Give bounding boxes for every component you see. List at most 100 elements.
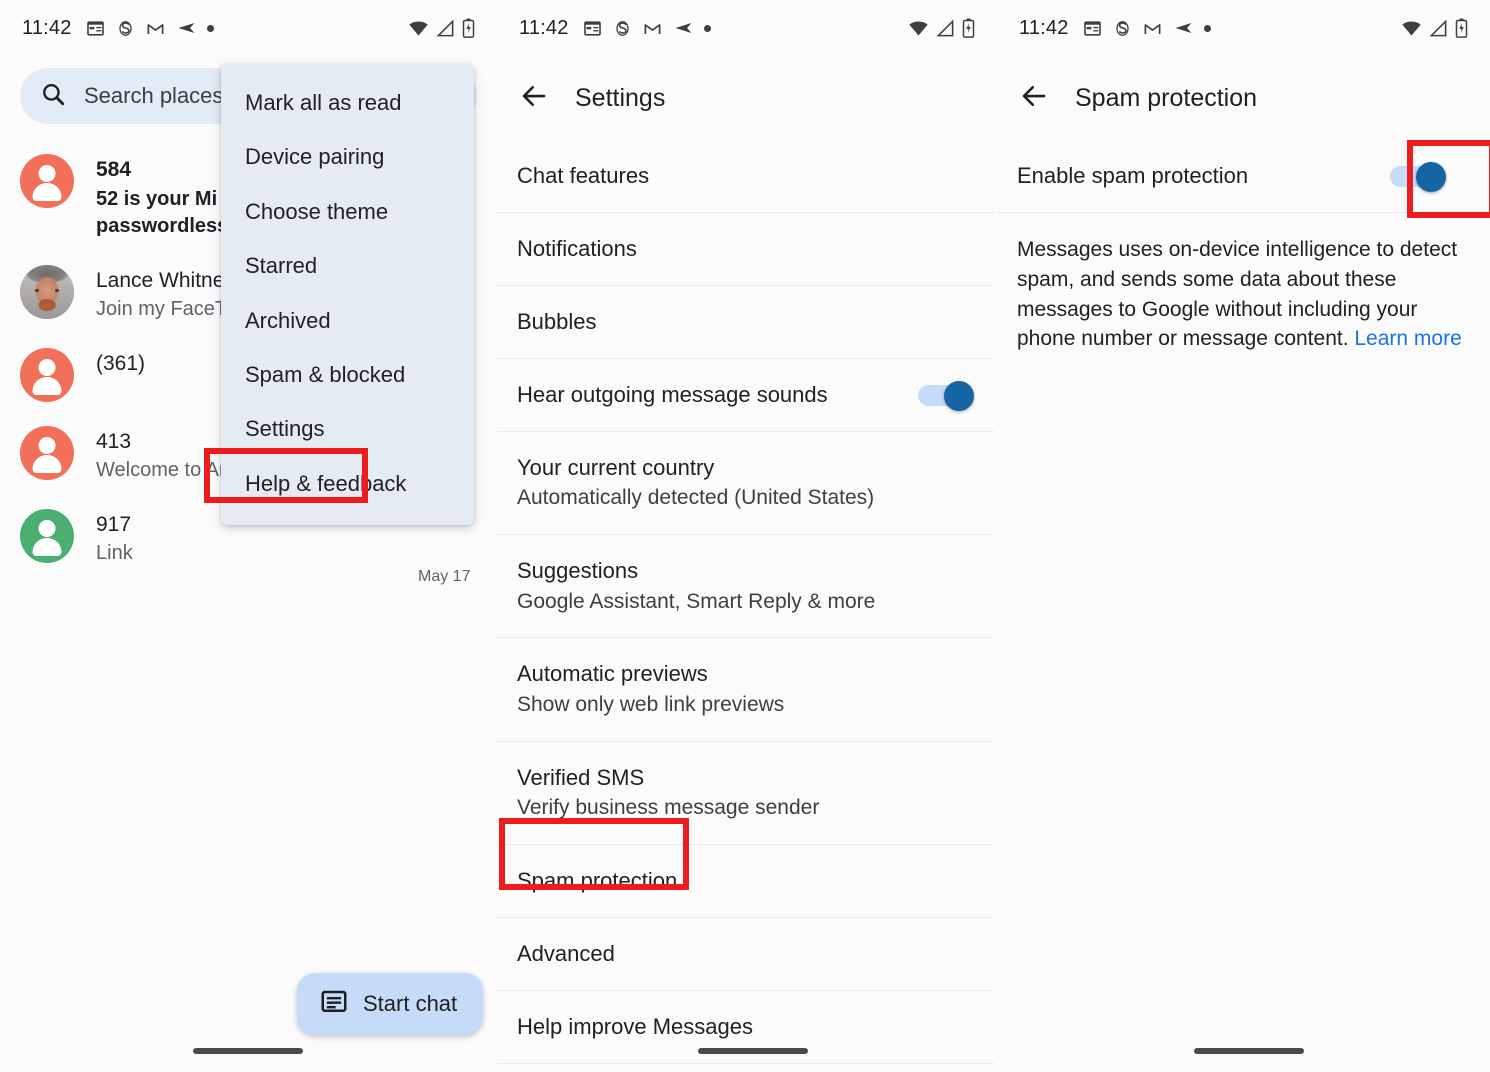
- menu-item-archived[interactable]: Archived: [221, 294, 474, 348]
- row-texts: Enable spam protection: [1017, 160, 1248, 192]
- search-input[interactable]: Search places: [84, 83, 223, 109]
- row-subtitle: Google Assistant, Smart Reply & more: [517, 589, 876, 613]
- s-app-icon: [1113, 19, 1132, 38]
- calendar-icon: [583, 19, 602, 38]
- row-texts: Bubbles: [517, 306, 597, 338]
- row-texts: Verified SMS Verify business message sen…: [517, 762, 819, 824]
- settings-row-bubbles[interactable]: Bubbles: [497, 286, 994, 359]
- dot-icon: [703, 24, 711, 32]
- row-texts: Help improve Messages: [517, 1011, 753, 1043]
- back-arrow-icon[interactable]: [519, 81, 549, 116]
- row-texts: Advanced: [517, 938, 615, 970]
- overflow-menu: Mark all as read Device pairing Choose t…: [221, 64, 474, 526]
- settings-appbar: Settings: [497, 56, 997, 140]
- panel-conversations: 11:42 Search places 584 52 is your Mi pa…: [0, 0, 497, 1072]
- back-arrow-icon[interactable]: [1019, 81, 1049, 116]
- status-right-icons: [1401, 18, 1468, 39]
- s-app-icon: [116, 19, 135, 38]
- status-bar: 11:42: [997, 0, 1490, 56]
- battery-icon: [962, 18, 975, 38]
- settings-row-verified-sms[interactable]: Verified SMS Verify business message sen…: [497, 742, 994, 845]
- menu-item-device-pairing[interactable]: Device pairing: [221, 130, 474, 184]
- settings-row-about-terms-privacy[interactable]: About, terms & privacy: [497, 1064, 994, 1072]
- menu-item-choose-theme[interactable]: Choose theme: [221, 185, 474, 239]
- settings-row-advanced[interactable]: Advanced: [497, 918, 994, 991]
- status-left-icons: [1083, 18, 1211, 38]
- row-title: Spam protection: [517, 867, 678, 893]
- row-title: Help improve Messages: [517, 1013, 753, 1039]
- settings-row-notifications[interactable]: Notifications: [497, 213, 994, 286]
- send-arrow-icon: [673, 18, 693, 38]
- row-title: Hear outgoing message sounds: [517, 381, 828, 407]
- hear-sounds-toggle[interactable]: [918, 380, 974, 411]
- settings-row-hear-outgoing-message-sounds[interactable]: Hear outgoing message sounds: [497, 359, 994, 432]
- enable-spam-protection-toggle[interactable]: [1390, 161, 1446, 192]
- row-title: Bubbles: [517, 308, 597, 334]
- learn-more-link[interactable]: Learn more: [1354, 327, 1461, 350]
- signal-icon: [936, 18, 955, 38]
- settings-row-spam-protection[interactable]: Spam protection: [497, 845, 994, 918]
- send-arrow-icon: [176, 18, 196, 38]
- row-title: Notifications: [517, 235, 637, 261]
- wifi-icon: [408, 18, 429, 39]
- row-texts: Your current country Automatically detec…: [517, 452, 874, 514]
- row-title: Enable spam protection: [1017, 163, 1249, 188]
- row-texts: Notifications: [517, 233, 637, 265]
- row-title: Verified SMS: [517, 764, 645, 790]
- avatar: [20, 508, 74, 563]
- list-item-snippet: Link: [96, 542, 133, 565]
- menu-item-mark-all-as-read[interactable]: Mark all as read: [221, 76, 474, 130]
- menu-item-starred[interactable]: Starred: [221, 239, 474, 293]
- row-texts: Chat features: [517, 160, 649, 192]
- settings-row-chat-features[interactable]: Chat features: [497, 140, 994, 213]
- start-chat-label: Start chat: [363, 991, 458, 1016]
- dot-icon: [1203, 24, 1211, 32]
- row-subtitle: Show only web link previews: [517, 693, 785, 717]
- status-left-icons: [583, 18, 711, 38]
- menu-item-spam-and-blocked[interactable]: Spam & blocked: [221, 348, 474, 402]
- gesture-bar: [1194, 1048, 1304, 1054]
- status-right-icons: [408, 18, 475, 39]
- gmail-icon: [1143, 19, 1162, 38]
- status-bar: 11:42: [0, 0, 497, 56]
- battery-icon: [1455, 18, 1468, 38]
- menu-item-help-and-feedback[interactable]: Help & feedback: [221, 457, 474, 511]
- gmail-icon: [643, 19, 662, 38]
- signal-icon: [436, 18, 455, 38]
- start-chat-button[interactable]: Start chat: [297, 973, 484, 1035]
- status-time: 11:42: [22, 16, 72, 39]
- spam-appbar: Spam protection: [997, 56, 1490, 140]
- spam-description: Messages uses on-device intelligence to …: [997, 213, 1490, 354]
- gesture-bar: [193, 1048, 303, 1054]
- row-title: Advanced: [517, 940, 615, 966]
- avatar: [20, 154, 74, 208]
- row-title: Your current country: [517, 454, 715, 480]
- avatar: [20, 264, 74, 319]
- row-texts: Suggestions Google Assistant, Smart Repl…: [517, 555, 875, 617]
- menu-item-settings[interactable]: Settings: [221, 402, 474, 456]
- settings-row-suggestions[interactable]: Suggestions Google Assistant, Smart Repl…: [497, 535, 994, 639]
- settings-row-your-current-country[interactable]: Your current country Automatically detec…: [497, 432, 994, 535]
- status-bar: 11:42: [497, 0, 997, 56]
- status-right-icons: [908, 18, 975, 39]
- status-time: 11:42: [519, 16, 569, 39]
- settings-rows: Chat features Notifications Bubbles Hear…: [497, 140, 997, 1072]
- s-app-icon: [613, 19, 632, 38]
- send-arrow-icon: [1173, 18, 1193, 38]
- dot-icon: [206, 24, 214, 32]
- row-title: Automatic previews: [517, 661, 708, 687]
- avatar: [20, 425, 74, 480]
- wifi-icon: [908, 18, 929, 39]
- calendar-icon: [1083, 19, 1102, 38]
- settings-row-automatic-previews[interactable]: Automatic previews Show only web link pr…: [497, 638, 994, 742]
- gmail-icon: [146, 19, 165, 38]
- three-panel-screenshot: 11:42 Search places 584 52 is your Mi pa…: [0, 0, 1490, 1072]
- gesture-bar: [698, 1048, 808, 1054]
- panel-spam-protection: 11:42 Spam protection Enable spam protec…: [997, 0, 1490, 1072]
- wifi-icon: [1401, 18, 1422, 39]
- status-left-icons: [86, 18, 214, 38]
- panel-settings: 11:42 Settings Chat features Notificatio…: [497, 0, 997, 1072]
- battery-icon: [462, 18, 475, 38]
- settings-row-enable-spam-protection[interactable]: Enable spam protection: [997, 140, 1490, 213]
- page-title: Settings: [575, 83, 666, 112]
